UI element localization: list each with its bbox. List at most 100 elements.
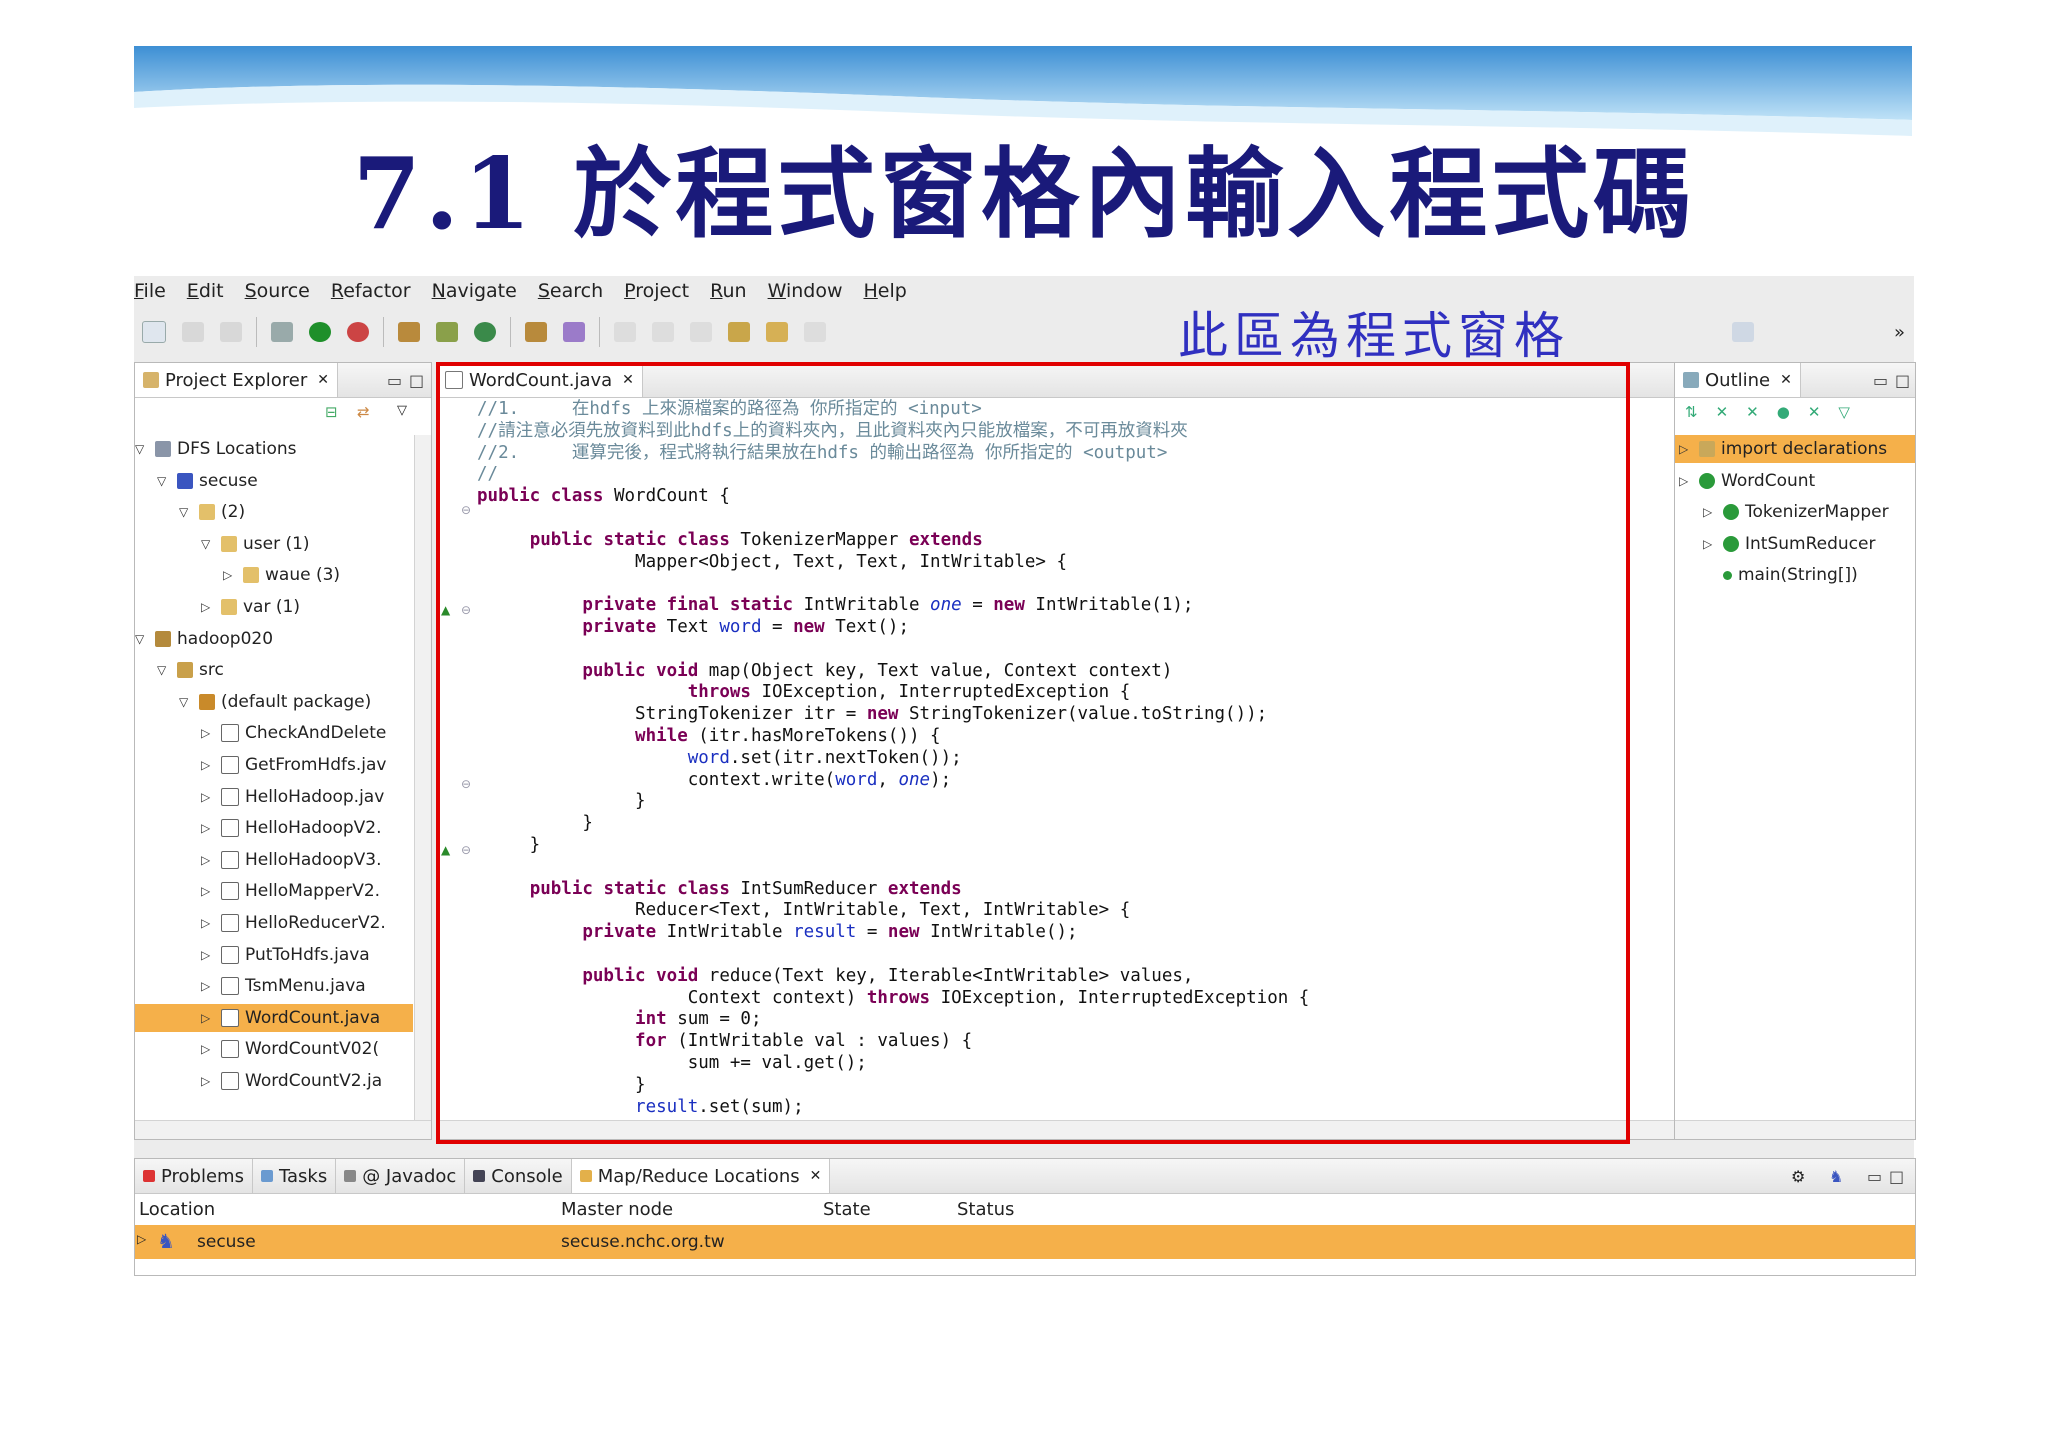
maximize-icon[interactable]: □ (1889, 1167, 1904, 1186)
expand-icon[interactable]: ▷ (201, 1074, 215, 1088)
close-icon[interactable]: ✕ (622, 372, 634, 388)
expand-icon[interactable]: ▷ (201, 916, 215, 930)
back-icon[interactable] (766, 322, 788, 342)
maximize-icon[interactable]: □ (1895, 371, 1910, 390)
horizontal-scrollbar[interactable] (437, 1120, 1797, 1139)
tree-item[interactable]: ▷ HelloHadoopV3. (135, 846, 413, 874)
expand-icon[interactable]: ▷ (201, 1011, 215, 1025)
minimize-icon[interactable]: ▭ (1873, 371, 1888, 390)
collapse-icon[interactable]: ▽ (157, 663, 171, 677)
tree-item[interactable]: ▽ (2) (135, 498, 413, 526)
run-icon[interactable] (309, 322, 331, 342)
collapse-icon[interactable]: ▽ (135, 442, 149, 456)
close-icon[interactable]: ✕ (1780, 372, 1792, 388)
close-icon[interactable]: ✕ (317, 372, 329, 388)
menu-item-file[interactable]: File (134, 280, 166, 302)
open-type-icon[interactable] (525, 322, 547, 342)
tree-item[interactable]: ▷ WordCountV2.ja (135, 1067, 413, 1095)
horizontal-scrollbar[interactable] (1675, 1120, 1915, 1139)
expand-icon[interactable]: ▷ (201, 758, 215, 772)
tree-item[interactable]: ▽ hadoop020 (135, 625, 413, 653)
expand-icon[interactable]: ▷ (1679, 474, 1693, 488)
next-annotation-icon[interactable] (652, 322, 674, 342)
external-tools-icon[interactable] (347, 322, 369, 342)
tree-item[interactable]: ▷ HelloMapperV2. (135, 877, 413, 905)
code-area[interactable]: //1. 在hdfs 上來源檔案的路徑為 你所指定的 <input>//請注意必… (477, 399, 1767, 1118)
menu-item-navigate[interactable]: Navigate (432, 280, 517, 302)
expand-icon[interactable]: ▷ (201, 821, 215, 835)
collapse-icon[interactable]: ▽ (201, 537, 215, 551)
expand-icon[interactable]: ▷ (223, 568, 237, 582)
expand-icon[interactable]: ▷ (1703, 505, 1717, 519)
expand-icon[interactable]: ▷ (201, 790, 215, 804)
new-location-icon[interactable]: ⚙ (1791, 1167, 1805, 1186)
menu-item-help[interactable]: Help (864, 280, 907, 302)
sort-icon[interactable]: ⇅ (1685, 403, 1716, 421)
tab-tasks[interactable]: Tasks (253, 1159, 337, 1193)
minimize-icon[interactable]: ▭ (387, 371, 402, 390)
table-row[interactable]: ▷ ♞ secuse secuse.nchc.org.tw (135, 1225, 1915, 1259)
expand-icon[interactable]: ▷ (1679, 442, 1693, 456)
collapse-icon[interactable]: ▽ (157, 474, 171, 488)
tree-item[interactable]: ▷ HelloHadoopV2. (135, 814, 413, 842)
link-editor-icon[interactable]: ⇄ (357, 403, 370, 421)
tree-item[interactable]: ▽ DFS Locations (135, 435, 413, 463)
close-icon[interactable]: ✕ (810, 1168, 822, 1184)
tab-map-reduce-locations[interactable]: Map/Reduce Locations ✕ (571, 1159, 831, 1193)
outline-item[interactable]: ▷main(String[]) (1675, 561, 1915, 589)
collapse-icon[interactable]: ▽ (179, 505, 193, 519)
hide-local-types-icon[interactable]: ✕ (1808, 403, 1839, 421)
tree-item[interactable]: ▷ WordCountV02( (135, 1035, 413, 1063)
forward-icon[interactable] (804, 322, 826, 342)
expand-icon[interactable]: ▷ (137, 1232, 146, 1246)
tree-item[interactable]: ▷ HelloHadoop.jav (135, 783, 413, 811)
fold-icon[interactable]: ⊖ (461, 603, 471, 617)
horizontal-scrollbar[interactable] (135, 1120, 431, 1139)
expand-icon[interactable]: ▷ (201, 726, 215, 740)
tab-console[interactable]: Console (465, 1159, 572, 1193)
outline-item[interactable]: ▷ WordCount (1675, 467, 1915, 495)
outline-item[interactable]: ▷ TokenizerMapper (1675, 498, 1915, 526)
tree-item[interactable]: ▷ HelloReducerV2. (135, 909, 413, 937)
search-icon[interactable] (563, 322, 585, 342)
new-package-icon[interactable] (398, 322, 420, 342)
fold-icon[interactable]: ⊖ (461, 843, 471, 857)
tab-javadoc[interactable]: @ Javadoc (336, 1159, 466, 1193)
expand-icon[interactable]: ▷ (201, 1042, 215, 1056)
column-master-node[interactable]: Master node (561, 1199, 673, 1220)
outline-item[interactable]: ▷ import declarations (1675, 435, 1915, 463)
hide-static-icon[interactable]: ✕ (1746, 403, 1777, 421)
tab-project-explorer[interactable]: Project Explorer ✕ (135, 363, 338, 397)
elephant-icon[interactable]: ♞ (1829, 1167, 1843, 1186)
menu-item-window[interactable]: Window (768, 280, 843, 302)
tree-item[interactable]: ▽ user (1) (135, 530, 413, 558)
new-icon[interactable] (142, 321, 166, 343)
tree-item[interactable]: ▷ waue (3) (135, 561, 413, 589)
menu-item-search[interactable]: Search (538, 280, 603, 302)
outline-item[interactable]: ▷ IntSumReducer (1675, 530, 1915, 558)
tree-item[interactable]: ▽ src (135, 656, 413, 684)
open-perspective-icon[interactable] (1732, 322, 1754, 342)
fold-icon[interactable]: ⊖ (461, 777, 471, 791)
save-icon[interactable] (182, 322, 204, 342)
maximize-icon[interactable]: □ (409, 371, 424, 390)
tree-item[interactable]: ▷ var (1) (135, 593, 413, 621)
collapse-icon[interactable]: ▽ (135, 632, 149, 646)
print-icon[interactable] (220, 322, 242, 342)
fold-icon[interactable]: ⊖ (461, 503, 471, 517)
tree-item[interactable]: ▷ GetFromHdfs.jav (135, 751, 413, 779)
more-icon[interactable]: » (1894, 322, 1905, 343)
prev-annotation-icon[interactable] (690, 322, 712, 342)
tab-outline[interactable]: Outline ✕ (1675, 363, 1801, 397)
hide-nonpublic-icon[interactable]: ● (1777, 403, 1808, 421)
menu-item-source[interactable]: Source (245, 280, 310, 302)
tab-problems[interactable]: Problems (135, 1159, 253, 1193)
column-status[interactable]: Status (957, 1199, 1014, 1220)
menu-item-run[interactable]: Run (710, 280, 746, 302)
tree-item[interactable]: ▽ secuse (135, 467, 413, 495)
expand-icon[interactable]: ▷ (201, 853, 215, 867)
menu-item-project[interactable]: Project (624, 280, 689, 302)
hide-fields-icon[interactable]: ✕ (1716, 403, 1747, 421)
tab-wordcount-java[interactable]: WordCount.java ✕ (437, 363, 643, 397)
last-edit-icon[interactable] (728, 322, 750, 342)
